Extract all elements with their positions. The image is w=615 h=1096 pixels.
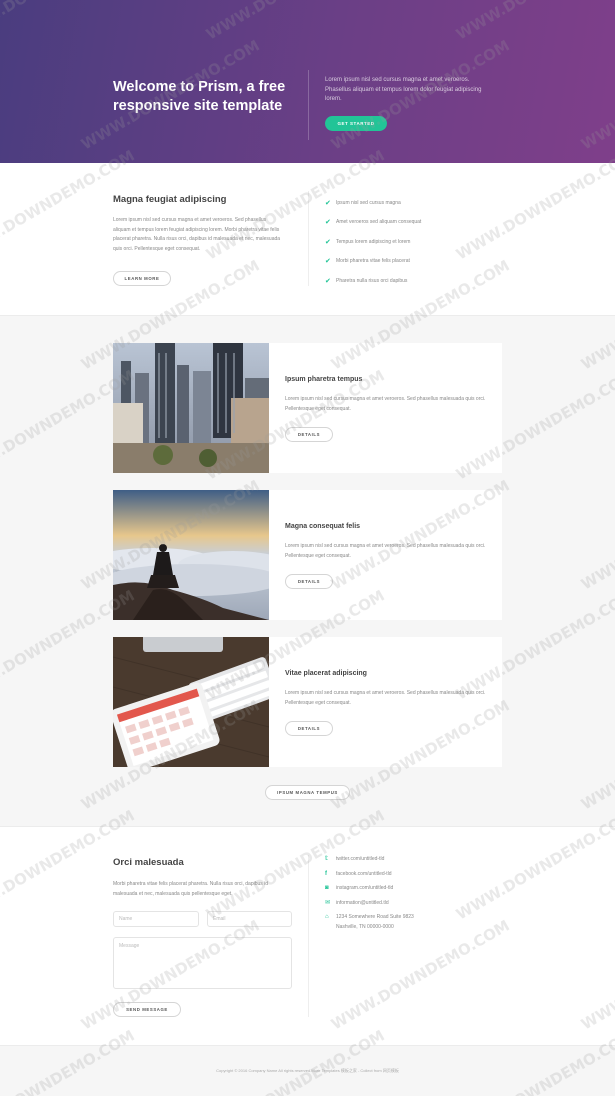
feature-card: Ipsum pharetra tempus Lorem ipsum nisl s…	[113, 343, 502, 473]
card-body: Vitae placerat adipiscing Lorem ipsum ni…	[269, 637, 502, 767]
list-item: ✔ Amet veroeros sed aliquam consequat	[325, 219, 422, 227]
contact-divider	[308, 855, 309, 1017]
contact-item-facebook[interactable]: f facebook.com/untitled-tld	[325, 870, 414, 885]
contact-list: 𝕥 twitter.com/untitled-tld f facebook.com/…	[325, 855, 414, 932]
twitter-icon: 𝕥	[325, 856, 329, 862]
facebook-icon: f	[325, 870, 327, 877]
hero-section: Welcome to Prism, a free responsive site…	[0, 0, 615, 163]
check-icon: ✔	[325, 238, 331, 246]
send-message-button[interactable]: SEND MESSAGE	[113, 1002, 181, 1017]
card-text: Lorem ipsum nisl sed cursus magna et ame…	[285, 396, 486, 412]
address-line-2: Nashville, TN 00000-0000	[336, 923, 394, 930]
check-icon: ✔	[325, 219, 331, 227]
card-title: Vitae placerat adipiscing	[285, 670, 367, 677]
hero-title: Welcome to Prism, a free responsive site…	[113, 79, 286, 114]
list-item: ✔ Tempus lorem adipiscing et lorem	[325, 238, 411, 246]
copyright-text: Copyright © 2016 Company Name All rights…	[216, 1068, 399, 1073]
tablet-keyboard-photo	[113, 637, 269, 767]
card-text: Lorem ipsum nisl sed cursus magna et ame…	[285, 543, 486, 559]
hero-text: Lorem ipsum nisl sed cursus magna et ame…	[325, 77, 482, 102]
feature-card: Magna consequat felis Lorem ipsum nisl s…	[113, 490, 502, 620]
card-text: Lorem ipsum nisl sed cursus magna et ame…	[285, 690, 486, 706]
contact-item-instagram[interactable]: ◙ instagram.com/untitled-tld	[325, 884, 414, 899]
instagram-icon: ◙	[325, 885, 329, 891]
intro-text: Lorem ipsum nisl sed cursus magna et ame…	[113, 217, 281, 252]
list-item: ✔ Pharetra nulla risus orci dapibus	[325, 277, 408, 285]
details-button[interactable]: DETAILS	[285, 427, 333, 442]
card-body: Magna consequat felis Lorem ipsum nisl s…	[269, 490, 502, 620]
list-item: ✔ Morbi pharetra vitae felis placerat	[325, 258, 410, 266]
card-title: Ipsum pharetra tempus	[285, 376, 363, 383]
learn-more-button[interactable]: LEARN MORE	[113, 271, 171, 286]
details-button[interactable]: DETAILS	[285, 721, 333, 736]
contact-text: Morbi pharetra vitae felis placerat phar…	[113, 881, 269, 897]
contact-item-email[interactable]: ✉ information@untitled.tld	[325, 899, 414, 914]
contact-item-twitter[interactable]: 𝕥 twitter.com/untitled-tld	[325, 855, 414, 870]
message-field[interactable]	[113, 937, 292, 989]
email-field[interactable]	[207, 911, 292, 927]
mountain-clouds-photo	[113, 490, 269, 620]
details-button[interactable]: DETAILS	[285, 574, 333, 589]
envelope-icon: ✉	[325, 899, 331, 906]
contact-section: Orci malesuada Morbi pharetra vitae feli…	[0, 827, 615, 1045]
contact-title: Orci malesuada	[113, 857, 184, 868]
checklist: ✔ Ipsum nisl sed cursus magna ✔ Amet veroe…	[325, 193, 421, 291]
check-icon: ✔	[325, 258, 331, 266]
get-started-button[interactable]: GET STARTED	[325, 116, 387, 131]
intro-title: Magna feugiat adipiscing	[113, 194, 227, 205]
card-body: Ipsum pharetra tempus Lorem ipsum nisl s…	[269, 343, 502, 473]
city-skyline-photo	[113, 343, 269, 473]
name-field[interactable]	[113, 911, 199, 927]
address-line-1: 1234 Somewhere Road Suite 9823	[336, 914, 414, 920]
hero-divider	[308, 70, 309, 140]
feature-card: Vitae placerat adipiscing Lorem ipsum ni…	[113, 637, 502, 767]
check-icon: ✔	[325, 199, 331, 207]
card-title: Magna consequat felis	[285, 523, 361, 530]
intro-section: Magna feugiat adipiscing Lorem ipsum nis…	[0, 163, 615, 315]
contact-item-address: ⌂ 1234 Somewhere Road Suite 9823 Nashville…	[325, 913, 414, 932]
home-icon: ⌂	[325, 914, 329, 920]
intro-divider	[308, 191, 309, 286]
list-item: ✔ Ipsum nisl sed cursus magna	[325, 199, 401, 207]
more-button[interactable]: IPSUM MAGNA TEMPUS	[265, 785, 350, 800]
check-icon: ✔	[325, 277, 331, 285]
features-section: Ipsum pharetra tempus Lorem ipsum nisl s…	[0, 315, 615, 827]
footer: Copyright © 2016 Company Name All rights…	[0, 1045, 615, 1096]
